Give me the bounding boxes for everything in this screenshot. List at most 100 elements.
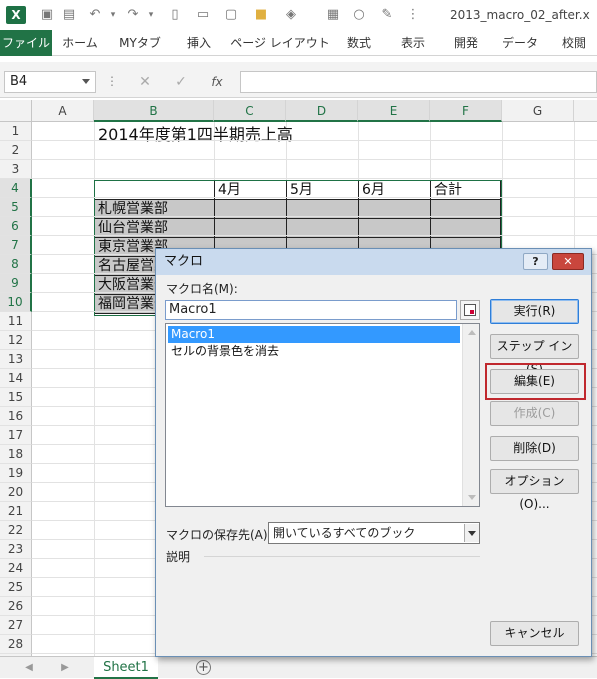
tab-developer[interactable]: 開発 — [444, 33, 488, 53]
macro-location-select[interactable]: 開いているすべてのブック — [268, 522, 480, 544]
options-button[interactable]: オプション(O)... — [490, 469, 579, 511]
row-header[interactable]: 6 — [0, 217, 32, 236]
row-header[interactable]: 13 — [0, 350, 32, 369]
row-header[interactable]: 4 — [0, 179, 32, 198]
row-header[interactable]: 1 — [0, 122, 32, 141]
row-header[interactable]: 7 — [0, 236, 32, 255]
chevron-down-icon[interactable] — [82, 79, 90, 84]
column-header-d[interactable]: D — [286, 100, 358, 122]
row-header[interactable]: 20 — [0, 483, 32, 502]
close-button[interactable]: ✕ — [552, 253, 584, 270]
cancel-button[interactable]: キャンセル — [490, 621, 579, 646]
row-header[interactable]: 27 — [0, 616, 32, 635]
column-header-g[interactable]: G — [502, 100, 574, 122]
macro-list-item[interactable]: Macro1 — [168, 326, 460, 343]
row-header[interactable]: 14 — [0, 369, 32, 388]
delete-button[interactable]: 削除(D) — [490, 436, 579, 461]
dropdown-button[interactable] — [464, 524, 479, 542]
tab-page-layout[interactable]: ページ レイアウト — [230, 33, 330, 53]
macro-list-item[interactable]: セルの背景色を消去 — [168, 343, 460, 360]
run-button[interactable]: 実行(R) — [490, 299, 579, 324]
cell-style-icon[interactable]: ▦ — [324, 6, 342, 24]
tab-mytab[interactable]: MYタブ — [112, 33, 168, 53]
formula-bar: B4 ⋮ ✕ ✓ fx — [0, 62, 597, 98]
macro-dialog: マクロ ? ✕ マクロ名(M): Macro1 Macro1 セルの背景色を消去… — [155, 248, 592, 657]
create-button: 作成(C) — [490, 401, 579, 426]
dialog-title-bar[interactable]: マクロ ? ✕ — [156, 249, 591, 275]
redo-icon[interactable]: ↷ — [124, 6, 142, 24]
step-in-button[interactable]: ステップ イン(S) — [490, 334, 579, 376]
save-as-icon[interactable]: ▤ — [60, 6, 78, 24]
macro-name-input[interactable]: Macro1 — [165, 300, 457, 320]
print-icon[interactable]: ▭ — [194, 6, 212, 24]
new-icon[interactable]: ▯ — [166, 6, 184, 24]
excel-logo-icon: X — [6, 6, 26, 24]
column-header-b[interactable]: B — [94, 100, 214, 122]
tab-home[interactable]: ホーム — [56, 33, 104, 53]
list-scrollbar[interactable] — [462, 324, 479, 506]
column-header-c[interactable]: C — [214, 100, 286, 122]
scroll-left-icon[interactable]: ◀ — [22, 660, 36, 676]
column-header-e[interactable]: E — [358, 100, 430, 122]
ribbon-tabs: ファイル ホーム MYタブ 挿入 ページ レイアウト 数式 表示 開発 データ … — [0, 30, 597, 56]
collapse-dialog-button[interactable] — [460, 300, 480, 320]
column-header-f[interactable]: F — [430, 100, 502, 122]
scroll-up-icon[interactable] — [468, 330, 476, 335]
row-header[interactable]: 18 — [0, 445, 32, 464]
check-icon[interactable]: ✓ — [170, 71, 192, 93]
tab-insert[interactable]: 挿入 — [176, 33, 222, 53]
undo-dropdown-icon[interactable]: ▾ — [104, 6, 122, 24]
sheet-tab-sheet1[interactable]: Sheet1 — [94, 657, 158, 679]
tab-file[interactable]: ファイル — [0, 30, 52, 56]
insert-function-icon[interactable]: fx — [205, 71, 229, 93]
undo-icon[interactable]: ↶ — [86, 6, 104, 24]
row-header[interactable]: 15 — [0, 388, 32, 407]
row-header[interactable]: 28 — [0, 635, 32, 654]
row-header[interactable]: 21 — [0, 502, 32, 521]
row-header[interactable]: 8 — [0, 255, 32, 274]
customize-qat-icon[interactable]: ⋮ — [404, 6, 422, 24]
brush-icon[interactable]: ✎ — [378, 6, 396, 24]
scroll-right-icon[interactable]: ▶ — [58, 660, 72, 676]
row-header[interactable]: 24 — [0, 559, 32, 578]
row-header[interactable]: 25 — [0, 578, 32, 597]
sheet-title-cell[interactable]: 2014年度第1四半期売上高 — [98, 124, 398, 146]
row-header[interactable]: 16 — [0, 407, 32, 426]
tab-formulas[interactable]: 数式 — [336, 33, 382, 53]
row-header[interactable]: 22 — [0, 521, 32, 540]
macro-location-value: 開いているすべてのブック — [273, 526, 416, 540]
row-header[interactable]: 2 — [0, 141, 32, 160]
edit-button[interactable]: 編集(E) — [490, 369, 579, 394]
row-header[interactable]: 11 — [0, 312, 32, 331]
tab-review[interactable]: 校閲 — [552, 33, 596, 53]
tab-view[interactable]: 表示 — [390, 33, 436, 53]
open-folder-icon[interactable]: ■ — [252, 6, 270, 24]
macro-location-label: マクロの保存先(A): — [166, 528, 272, 542]
row-header[interactable]: 5 — [0, 198, 32, 217]
circle-icon[interactable]: ○ — [350, 6, 368, 24]
tab-data[interactable]: データ — [496, 33, 544, 53]
help-button[interactable]: ? — [523, 253, 548, 270]
column-header-a[interactable]: A — [32, 100, 94, 122]
row-header[interactable]: 3 — [0, 160, 32, 179]
macro-list[interactable]: Macro1 セルの背景色を消去 — [165, 323, 480, 507]
more-icon[interactable]: ⋮ — [106, 71, 118, 93]
row-header[interactable]: 12 — [0, 331, 32, 350]
row-header[interactable]: 23 — [0, 540, 32, 559]
add-sheet-icon[interactable]: + — [196, 660, 211, 675]
row-header[interactable]: 9 — [0, 274, 32, 293]
formula-input[interactable] — [240, 71, 597, 93]
row-header[interactable]: 10 — [0, 293, 32, 312]
sheet-tab-bar: ◀ ▶ Sheet1 + — [0, 656, 597, 679]
redo-dropdown-icon[interactable]: ▾ — [142, 6, 160, 24]
row-header[interactable]: 17 — [0, 426, 32, 445]
scroll-down-icon[interactable] — [468, 495, 476, 500]
row-header[interactable]: 26 — [0, 597, 32, 616]
cancel-icon[interactable]: ✕ — [134, 71, 156, 93]
select-all-corner[interactable] — [0, 100, 32, 122]
column-header-h[interactable] — [574, 100, 597, 122]
paint-bucket-icon[interactable]: ◈ — [282, 6, 300, 24]
save-icon[interactable]: ▣ — [38, 6, 56, 24]
open-icon[interactable]: ▢ — [222, 6, 240, 24]
row-header[interactable]: 19 — [0, 464, 32, 483]
